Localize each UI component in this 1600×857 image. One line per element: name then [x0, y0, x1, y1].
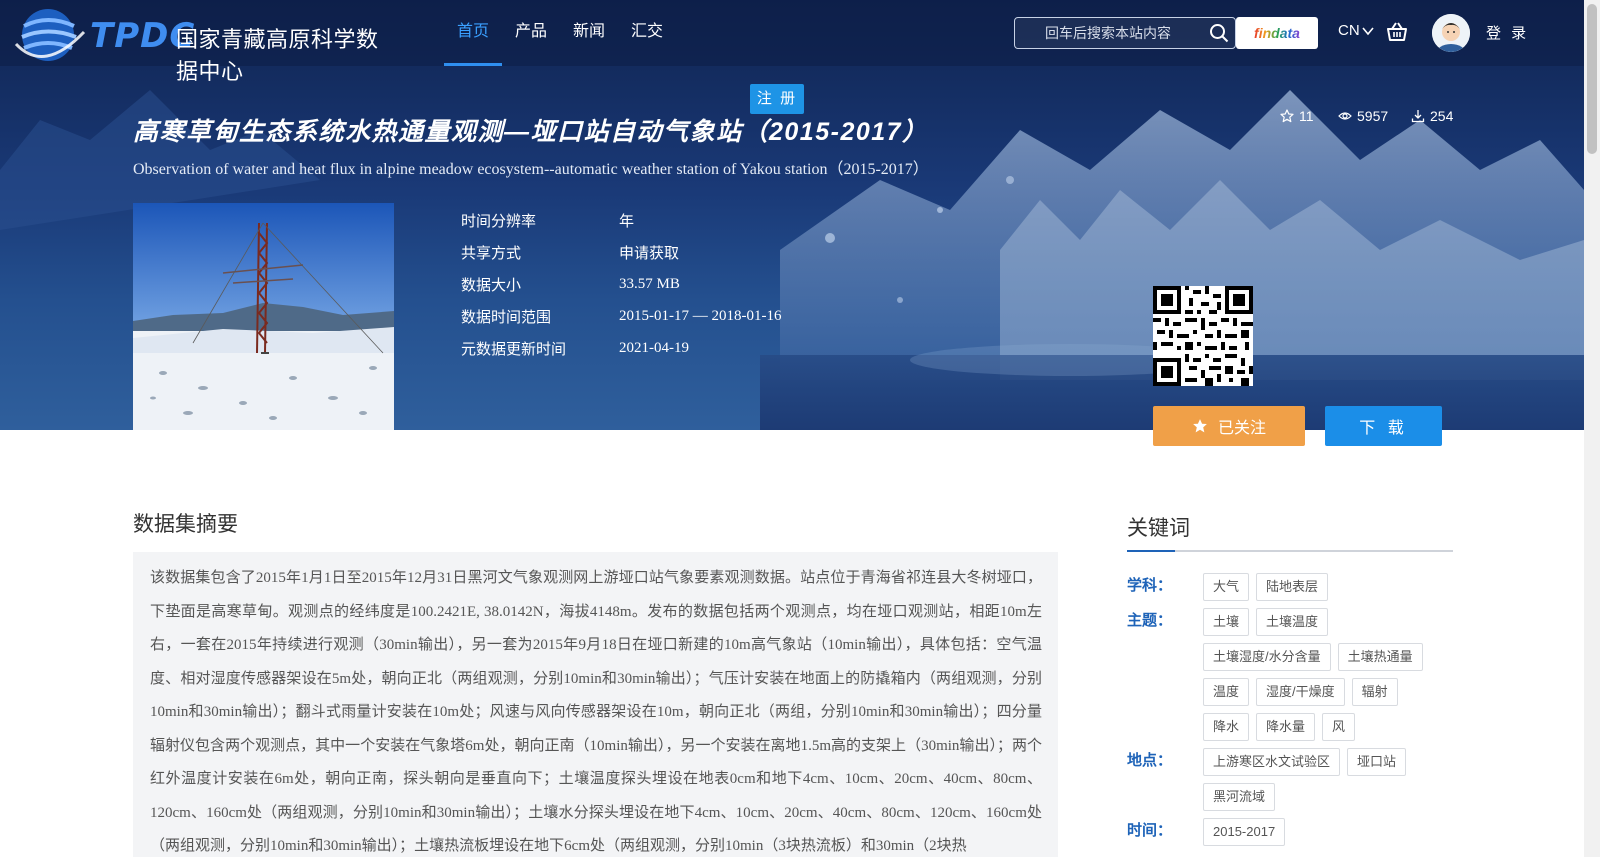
language-label: CN [1338, 22, 1360, 39]
views-value: 5957 [1357, 108, 1389, 124]
stars-count: 11 [1280, 108, 1314, 124]
keyword-tag[interactable]: 土壤热通量 [1337, 643, 1423, 671]
nav-home[interactable]: 首页 [444, 0, 503, 66]
meta-key: 元数据更新时间 [461, 340, 567, 358]
meta-key: 数据时间范围 [461, 308, 552, 326]
dataset-title-en: Observation of water and heat flux in al… [133, 161, 929, 178]
meta-row: 元数据更新时间 2021-04-19 [461, 332, 781, 364]
meta-value: 申请获取 [619, 245, 680, 262]
keyword-tag[interactable]: 大气 [1203, 573, 1250, 601]
search-input[interactable] [1015, 18, 1205, 48]
keyword-group-theme: 主题： 土壤 土壤温度 土壤湿度/水分含量 土壤热通量 温度 湿度/干燥度 辐射… [1127, 601, 1453, 741]
keyword-tag[interactable]: 降水 [1203, 713, 1250, 741]
meta-value: 年 [619, 213, 635, 230]
meta-value: 33.57 MB [619, 275, 680, 292]
nav-submit[interactable]: 汇交 [618, 0, 676, 66]
keyword-tags: 上游寒区水文试验区 垭口站 黑河流域 [1203, 741, 1453, 811]
star-outline-icon [1280, 109, 1294, 123]
keywords-panel: 关键词 学科： 大气 陆地表层 主题： 土壤 土壤温度 土壤湿度/水分含量 土壤… [1127, 512, 1453, 846]
star-filled-icon [1193, 419, 1207, 433]
nav-news[interactable]: 新闻 [560, 0, 618, 66]
keyword-tag[interactable]: 上游寒区水文试验区 [1203, 748, 1341, 776]
keyword-tag[interactable]: 温度 [1203, 678, 1250, 706]
dataset-cover-image [133, 203, 394, 430]
keyword-group-label: 地点： [1127, 752, 1173, 769]
language-switcher[interactable]: CN [1338, 22, 1374, 39]
downloads-value: 254 [1430, 108, 1454, 124]
keyword-tag[interactable]: 辐射 [1351, 678, 1398, 706]
keyword-group-discipline: 学科： 大气 陆地表层 [1127, 566, 1453, 601]
keyword-tag[interactable]: 降水量 [1256, 713, 1316, 741]
meta-row: 数据时间范围 2015-01-17 — 2018-01-16 [461, 300, 781, 332]
keyword-tags: 2015-2017 [1203, 811, 1453, 846]
download-icon [1411, 110, 1425, 123]
eye-icon [1338, 112, 1352, 120]
keyword-group-label: 时间： [1127, 822, 1173, 839]
meta-row: 数据大小 33.57 MB [461, 268, 781, 300]
follow-label: 已关注 [1217, 420, 1266, 437]
keyword-tag[interactable]: 土壤温度 [1256, 608, 1329, 636]
meta-key: 数据大小 [461, 276, 522, 294]
search-icon[interactable] [1209, 23, 1229, 43]
abstract-box: 该数据集包含了2015年1月1日至2015年12月31日黑河文气象观测网上游垭口… [133, 552, 1058, 857]
nav-products[interactable]: 产品 [502, 0, 560, 66]
globe-logo-icon [14, 9, 86, 61]
views-count: 5957 [1338, 108, 1388, 124]
hero-banner: TPDC 国家青藏高原科学数据中心 首页 产品 新闻 汇交 findata CN [0, 0, 1584, 430]
meta-key: 时间分辨率 [461, 212, 537, 230]
user-avatar-icon[interactable] [1432, 14, 1470, 52]
page-scrollbar[interactable] [1584, 0, 1600, 857]
meta-row: 共享方式 申请获取 [461, 236, 781, 268]
follow-button[interactable]: 已关注 [1153, 406, 1305, 446]
findata-button[interactable]: findata [1236, 17, 1318, 49]
login-link[interactable]: 登 录 [1486, 22, 1529, 43]
keyword-tags: 土壤 土壤温度 土壤湿度/水分含量 土壤热通量 温度 湿度/干燥度 辐射 降水 … [1203, 601, 1453, 741]
keyword-tag[interactable]: 2015-2017 [1203, 818, 1286, 846]
findata-label: findata [1254, 25, 1300, 41]
site-logo[interactable]: TPDC 国家青藏高原科学数据中心 [14, 4, 394, 84]
keyword-tag[interactable]: 湿度/干燥度 [1256, 678, 1345, 706]
downloads-count: 254 [1411, 108, 1453, 124]
dataset-metadata: 时间分辨率 年 共享方式 申请获取 数据大小 33.57 MB 数据时间范围 2… [461, 204, 781, 364]
cart-icon[interactable] [1386, 21, 1408, 43]
download-button[interactable]: 下 载 [1325, 406, 1442, 446]
main-nav: 首页 产品 新闻 汇交 [444, 0, 676, 66]
keyword-tags: 大气 陆地表层 [1203, 566, 1453, 601]
logo-name: 国家青藏高原科学数据中心 [176, 27, 379, 84]
meta-value: 2021-04-19 [619, 339, 689, 356]
keyword-group-time: 时间： 2015-2017 [1127, 811, 1453, 846]
keywords-title: 关键词 [1127, 512, 1453, 552]
keyword-tag[interactable]: 黑河流域 [1203, 783, 1276, 811]
meta-key: 共享方式 [461, 244, 522, 262]
keyword-tag[interactable]: 风 [1322, 713, 1356, 741]
search-box [1014, 17, 1236, 49]
scrollbar-thumb[interactable] [1587, 4, 1597, 154]
abstract-title: 数据集摘要 [133, 513, 238, 536]
keyword-group-label: 主题： [1127, 612, 1173, 629]
keyword-tag[interactable]: 土壤 [1203, 608, 1250, 636]
chevron-down-icon [1362, 26, 1374, 35]
register-button[interactable]: 注 册 [750, 84, 804, 114]
keyword-group-label: 学科： [1127, 577, 1173, 594]
dataset-title-cn: 高寒草甸生态系统水热通量观测—垭口站自动气象站（2015-2017） [133, 118, 929, 146]
top-header: TPDC 国家青藏高原科学数据中心 首页 产品 新闻 汇交 findata CN [0, 0, 1584, 84]
qr-code-icon [1153, 286, 1253, 386]
stars-value: 11 [1299, 108, 1314, 124]
meta-value: 2015-01-17 — 2018-01-16 [619, 307, 782, 324]
keyword-tag[interactable]: 垭口站 [1347, 748, 1407, 776]
keyword-group-location: 地点： 上游寒区水文试验区 垭口站 黑河流域 [1127, 741, 1453, 811]
abstract-text: 该数据集包含了2015年1月1日至2015年12月31日黑河文气象观测网上游垭口… [150, 570, 1042, 854]
keyword-tag[interactable]: 陆地表层 [1256, 573, 1329, 601]
meta-row: 时间分辨率 年 [461, 204, 781, 236]
keyword-tag[interactable]: 土壤湿度/水分含量 [1203, 643, 1331, 671]
